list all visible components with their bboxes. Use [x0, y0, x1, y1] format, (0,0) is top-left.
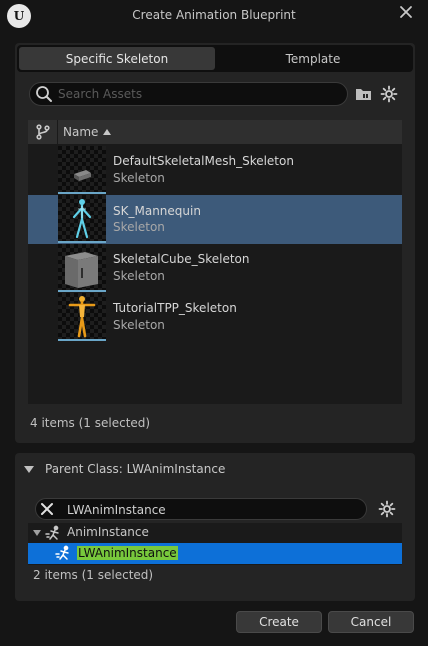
search-input[interactable]: [58, 86, 338, 102]
tree-item-label: AnimInstance: [67, 525, 149, 539]
parent-class-label[interactable]: Parent Class: LWAnimInstance: [45, 462, 225, 476]
mannequin-icon: [72, 199, 92, 239]
cube-icon: [65, 252, 98, 288]
asset-type: Skeleton: [113, 269, 165, 283]
window-title: Create Animation Blueprint: [132, 8, 296, 22]
settings-gear-icon[interactable]: [380, 85, 398, 103]
create-button[interactable]: Create: [236, 611, 322, 633]
asset-type: Skeleton: [113, 220, 165, 234]
asset-thumbnail: [58, 293, 106, 341]
collapse-arrow-icon[interactable]: [33, 530, 41, 536]
close-button[interactable]: [396, 2, 416, 22]
asset-thumbnail: [58, 146, 106, 194]
anim-class-icon: [55, 545, 69, 560]
header-separator: [57, 120, 58, 144]
anim-class-icon: [45, 525, 59, 540]
asset-type: Skeleton: [113, 171, 165, 185]
asset-name: SkeletalCube_Skeleton: [113, 252, 250, 266]
asset-name: TutorialTPP_Skeleton: [113, 301, 237, 315]
asset-name: SK_Mannequin: [113, 204, 201, 218]
asset-thumbnail: [58, 244, 106, 292]
folder-icon[interactable]: [355, 86, 373, 102]
class-count-status: 2 items (1 selected): [33, 568, 154, 582]
asset-count-status: 4 items (1 selected): [30, 416, 151, 430]
close-icon: [400, 6, 412, 18]
class-filter-input[interactable]: [67, 502, 357, 517]
tab-specific-skeleton[interactable]: Specific Skeleton: [19, 47, 215, 70]
sort-ascending-icon: [103, 129, 111, 135]
mannequin-icon: [68, 296, 96, 338]
mode-tabs: Specific Skeleton Template: [17, 45, 413, 72]
cube-icon: [74, 170, 91, 181]
asset-name: DefaultSkeletalMesh_Skeleton: [113, 154, 294, 168]
search-icon: [36, 86, 52, 102]
source-branch-icon[interactable]: [35, 124, 51, 140]
clear-icon[interactable]: [40, 502, 54, 516]
asset-type: Skeleton: [113, 318, 165, 332]
column-header-name[interactable]: Name: [63, 125, 98, 139]
asset-thumbnail: [58, 195, 106, 243]
tree-item-label-highlighted: LWAnimInstance: [77, 546, 178, 560]
tab-template[interactable]: Template: [215, 47, 411, 70]
expand-arrow-icon[interactable]: [24, 466, 34, 474]
settings-gear-icon[interactable]: [378, 500, 396, 518]
cancel-button[interactable]: Cancel: [328, 611, 414, 633]
